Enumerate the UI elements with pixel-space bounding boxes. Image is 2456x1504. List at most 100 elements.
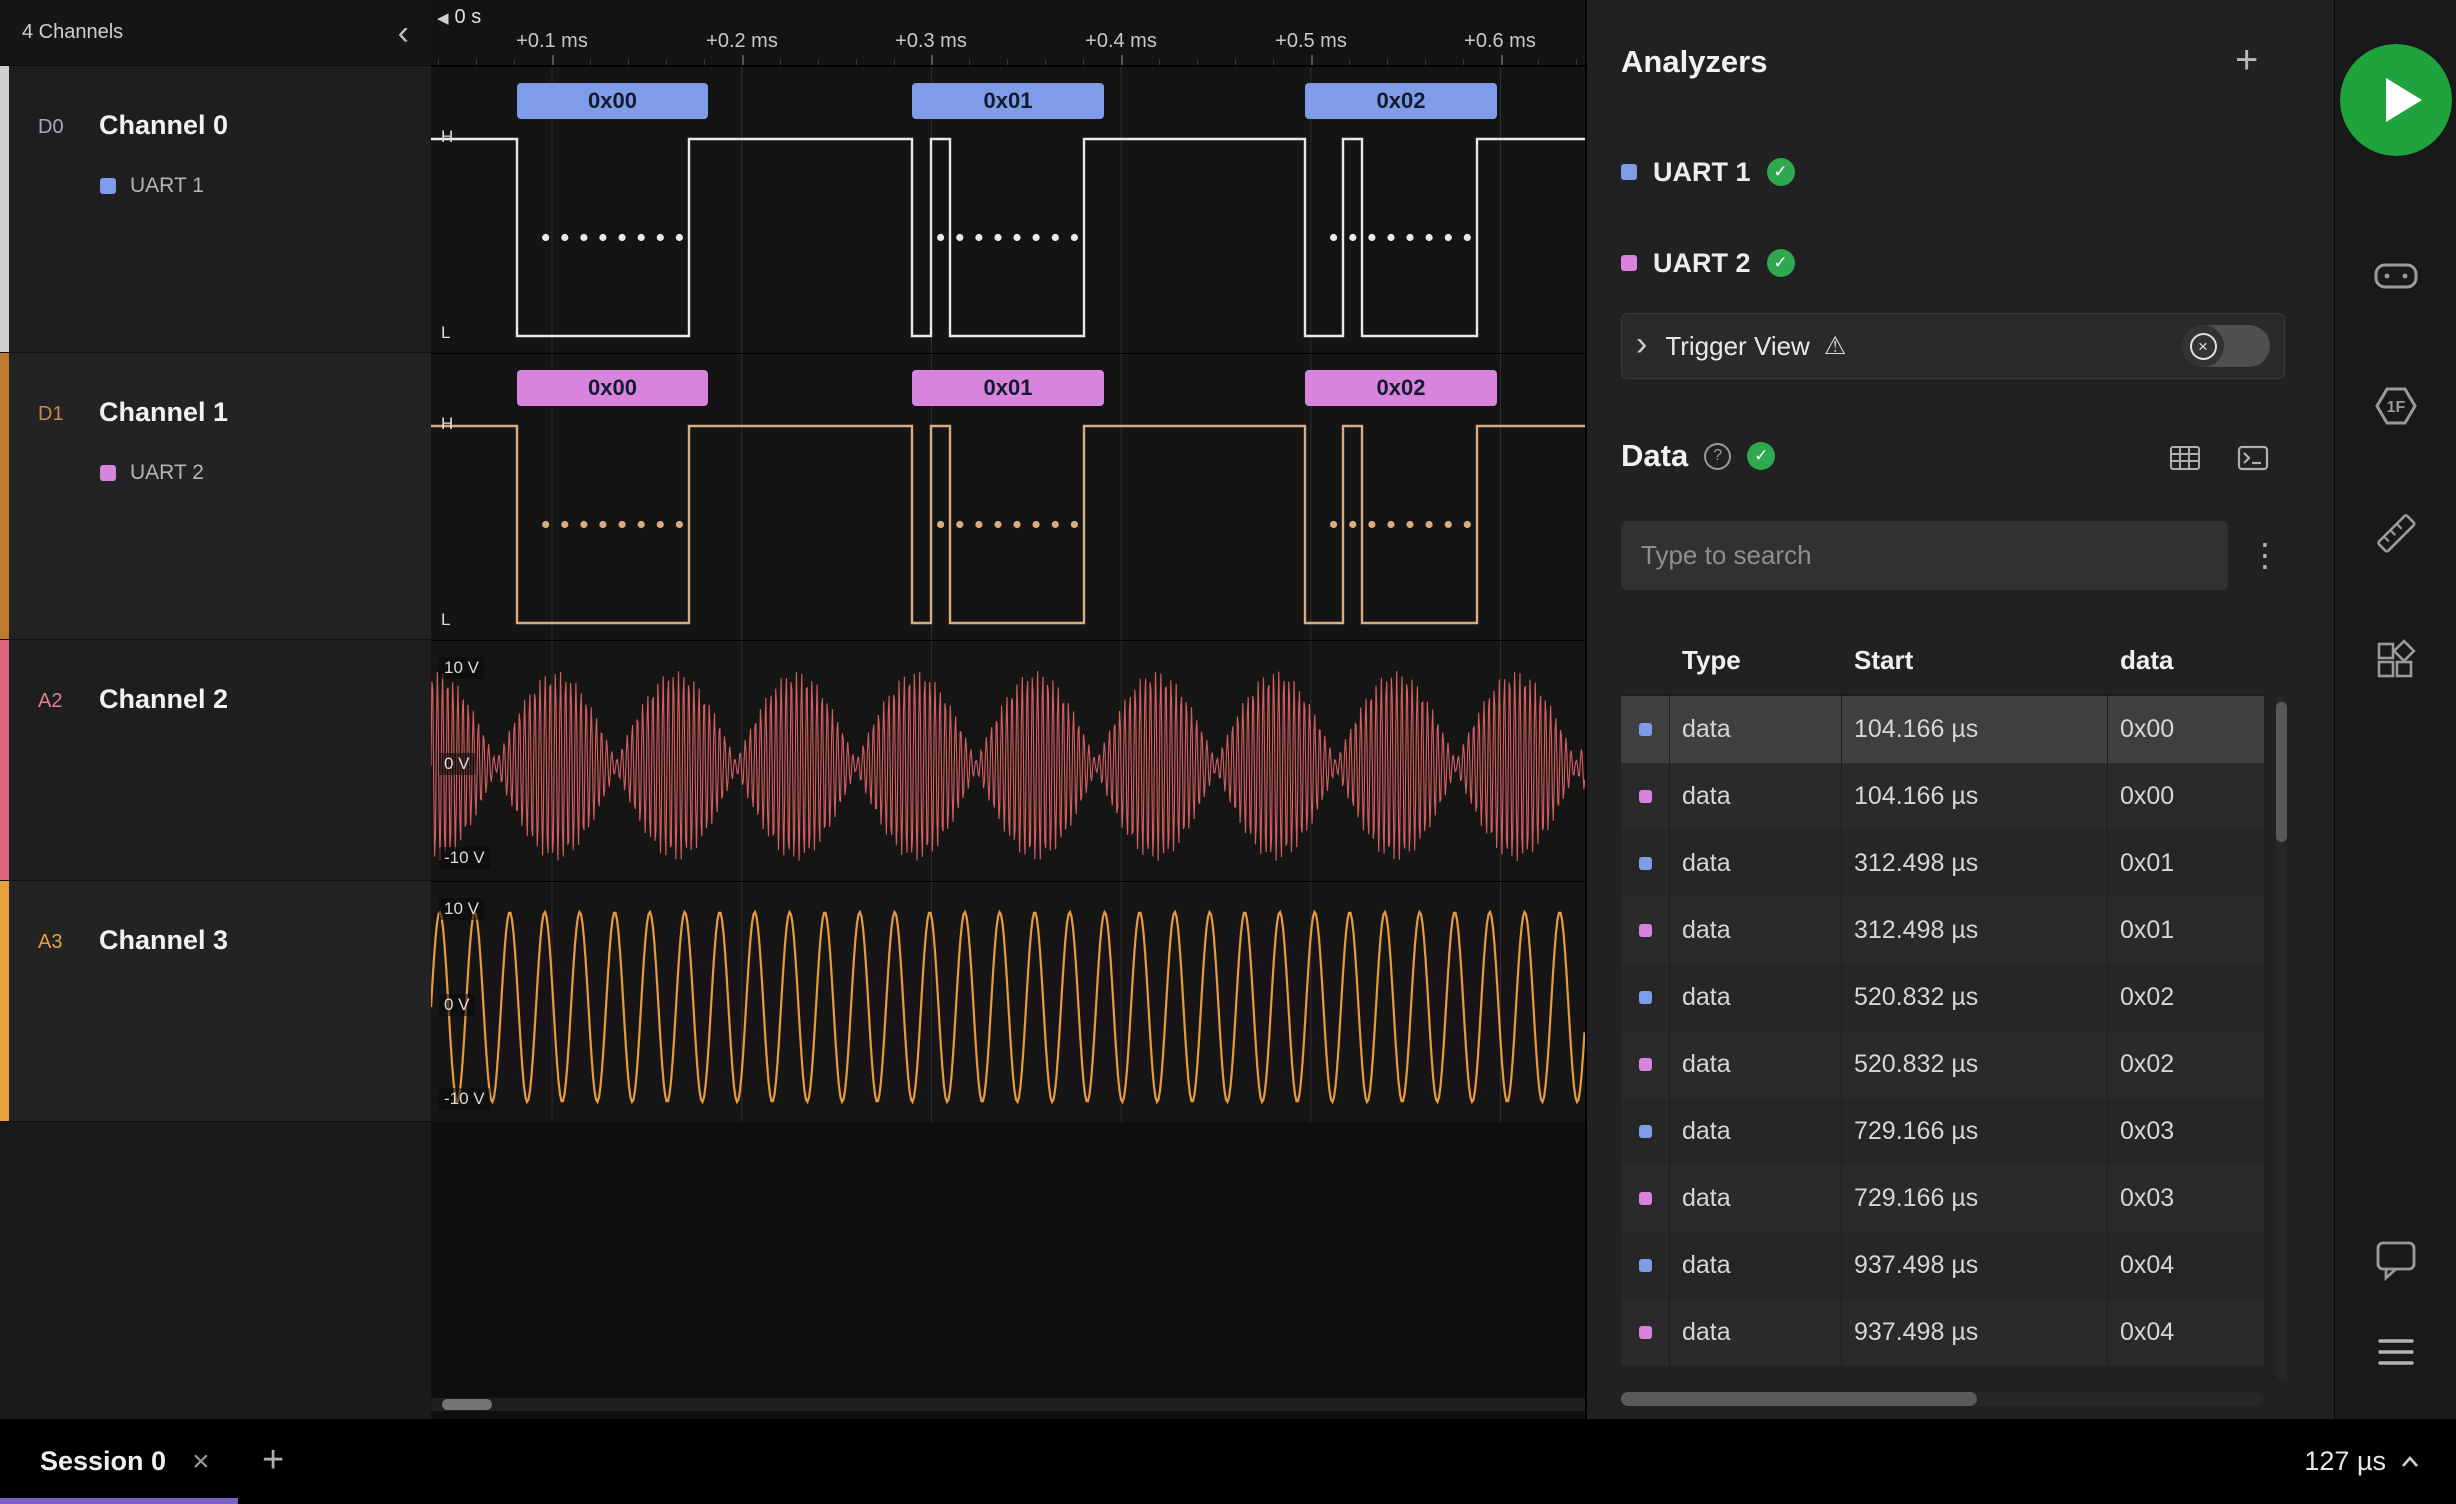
row-bullet-cell [1621,1232,1669,1299]
uart2-frame-annotation[interactable]: 0x02 [1305,370,1497,406]
column-header-data[interactable]: data [2107,626,2264,695]
column-header-type[interactable]: Type [1669,626,1841,695]
main-menu-icon[interactable] [2372,1328,2420,1376]
capture-duration-value: 127 µs [2304,1446,2386,1477]
device-settings-icon[interactable] [2372,252,2420,300]
capture-mode-1f-icon[interactable]: 1F [2372,382,2420,430]
voltage-label-0v: 0 V [439,994,475,1016]
table-row[interactable]: data 312.498 µs 0x01 [1621,897,2264,964]
ruler-minor-tick [894,59,895,65]
voltage-label-n10v: -10 V [439,1088,490,1110]
extensions-icon[interactable] [2372,637,2420,685]
cell-data: 0x01 [2107,830,2264,897]
channel-2-color-strip [0,640,9,880]
ruler-minor-tick [1463,59,1464,65]
terminal-view-icon[interactable] [2235,440,2271,476]
ruler-minor-tick [1273,59,1274,65]
channels-panel-header: 4 Channels ‹ [0,0,431,66]
add-session-button[interactable]: + [262,1441,284,1479]
cell-type: data [1669,696,1841,763]
time-ruler[interactable]: ◀ 0 s +0.1 ms +0.2 ms +0.3 ms +0.4 ms +0… [431,0,1585,66]
channel-1-name: Channel 1 [99,397,228,428]
ruler-tick-label: +0.4 ms [1046,30,1196,53]
table-view-icon[interactable] [2167,440,2203,476]
table-horizontal-scrollbar[interactable] [1621,1392,2264,1406]
waveform-viewport[interactable]: ◀ 0 s +0.1 ms +0.2 ms +0.3 ms +0.4 ms +0… [431,0,1585,1419]
capture-duration-control[interactable]: 127 µs [2304,1419,2422,1504]
table-header-row: Type Start data [1621,626,2264,696]
table-row[interactable]: data 104.166 µs 0x00 [1621,763,2264,830]
channel-2-waveform-row[interactable]: 10 V 0 V -10 V [431,640,1585,881]
ruler-minor-tick [1197,59,1198,65]
column-header-start[interactable]: Start [1841,626,2107,695]
channel-0-id: D0 [38,116,64,139]
search-input[interactable] [1621,521,2228,590]
table-row[interactable]: data 104.166 µs 0x00 [1621,696,2264,763]
analyzer-item-uart1[interactable]: UART 1 ✓ [1621,150,1795,194]
uart1-frame-annotation[interactable]: 0x01 [912,83,1104,119]
uart1-frame-annotation[interactable]: 0x02 [1305,83,1497,119]
ruler-minor-tick [704,59,705,65]
cell-start: 520.832 µs [1841,1031,2107,1098]
trigger-view-toggle[interactable]: × [2182,325,2270,367]
analyzer-color-bullet [1639,1259,1652,1272]
ruler-minor-tick [969,59,970,65]
channel-0-card[interactable]: D0 Channel 0 UART 1 [0,66,431,353]
trigger-view-row[interactable]: › Trigger View ⚠ × [1621,313,2285,379]
table-row[interactable]: data 312.498 µs 0x01 [1621,830,2264,897]
row-bullet-cell [1621,1031,1669,1098]
channel-3-card[interactable]: A3 Channel 3 [0,881,431,1122]
table-row[interactable]: data 729.166 µs 0x03 [1621,1098,2264,1165]
ruler-tick-label: +0.6 ms [1425,30,1575,53]
analyzer-ok-check-icon: ✓ [1767,158,1795,186]
scrollbar-thumb[interactable] [2276,702,2287,842]
channel-1-analyzer-chip[interactable]: UART 2 [100,461,204,485]
analyzer-color-bullet [1639,1192,1652,1205]
measure-ruler-icon[interactable] [2372,509,2420,557]
cell-data: 0x01 [2107,897,2264,964]
scrollbar-thumb[interactable] [442,1399,492,1410]
channel-3-waveform-row[interactable]: 10 V 0 V -10 V [431,881,1585,1122]
table-options-kebab-icon[interactable]: ⋮ [2249,536,2281,574]
analyzer-chip-label: UART 1 [130,174,204,198]
cell-start: 104.166 µs [1841,696,2107,763]
cell-start: 520.832 µs [1841,964,2107,1031]
start-capture-play-button[interactable] [2340,44,2452,156]
table-row[interactable]: data 937.498 µs 0x04 [1621,1232,2264,1299]
uart2-frame-annotation[interactable]: 0x00 [517,370,708,406]
cell-start: 937.498 µs [1841,1299,2107,1366]
ruler-major-tick [931,55,933,65]
add-analyzer-button[interactable]: + [2235,40,2258,80]
high-level-label: H [441,414,453,434]
feedback-chat-icon[interactable] [2372,1235,2420,1283]
toggle-knob[interactable]: × [2182,325,2224,367]
channel-2-card[interactable]: A2 Channel 2 [0,640,431,881]
uart1-frame-annotation[interactable]: 0x00 [517,83,708,119]
help-icon[interactable]: ? [1704,443,1731,470]
row-bullet-cell [1621,763,1669,830]
collapse-panel-icon[interactable]: ‹ [398,16,409,50]
analyzer-item-uart2[interactable]: UART 2 ✓ [1621,241,1795,285]
table-row[interactable]: data 729.166 µs 0x03 [1621,1165,2264,1232]
channel-1-card[interactable]: D1 Channel 1 UART 2 [0,353,431,640]
channel-0-analyzer-chip[interactable]: UART 1 [100,174,204,198]
table-row[interactable]: data 520.832 µs 0x02 [1621,964,2264,1031]
channel-1-id: D1 [38,403,64,426]
ruler-tick-label: +0.5 ms [1236,30,1386,53]
scrollbar-thumb[interactable] [1621,1392,1977,1406]
table-row[interactable]: data 520.832 µs 0x02 [1621,1031,2264,1098]
channel-0-waveform-row[interactable]: 0x00 0x01 0x02 H L [431,66,1585,353]
table-vertical-scrollbar[interactable] [2276,696,2287,1380]
table-row[interactable]: data 937.498 µs 0x04 [1621,1299,2264,1366]
close-session-icon[interactable]: × [192,1447,210,1477]
analyzer-ok-check-icon: ✓ [1767,249,1795,277]
cell-data: 0x02 [2107,1031,2264,1098]
ruler-minor-tick [780,59,781,65]
ruler-tick-label: +0.1 ms [477,30,627,53]
channel-1-waveform-row[interactable]: 0x00 0x01 0x02 H L [431,353,1585,640]
waveform-horizontal-scrollbar[interactable] [431,1398,1585,1411]
cell-type: data [1669,964,1841,1031]
session-tab[interactable]: Session 0 × [0,1419,238,1504]
expand-chevron-icon[interactable]: › [1636,327,1647,361]
uart2-frame-annotation[interactable]: 0x01 [912,370,1104,406]
